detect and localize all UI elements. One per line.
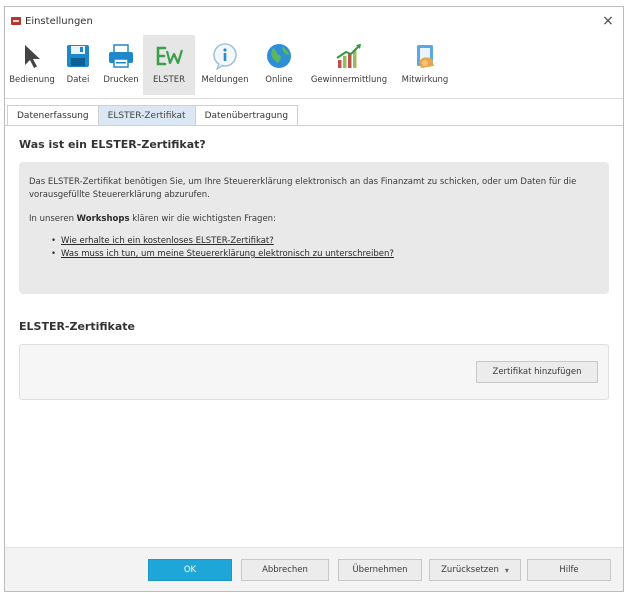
add-certificate-button[interactable]: Zertifikat hinzufügen bbox=[476, 361, 598, 383]
dialog-footer: OK Abbrechen Übernehmen Zurücksetzen ▾ H… bbox=[5, 547, 623, 591]
toolbar-label: Gewinnermittlung bbox=[310, 75, 388, 85]
elster-icon bbox=[152, 41, 186, 71]
info-paragraph: Das ELSTER-Zertifikat benötigen Sie, um … bbox=[29, 177, 577, 200]
toolbar-item-mitwirkung[interactable]: Mitwirkung bbox=[395, 35, 455, 95]
toolbar-item-online[interactable]: Online bbox=[255, 35, 303, 95]
link-elektronisch-unterschreiben[interactable]: Was muss ich tun, um meine Steuererkläru… bbox=[61, 248, 394, 261]
toolbar-item-elster[interactable]: ELSTER bbox=[143, 35, 195, 95]
toolbar-label: ELSTER bbox=[153, 75, 185, 85]
workshop-bold: Workshops bbox=[76, 214, 130, 224]
workshop-suffix: klären wir die wichtigsten Fragen: bbox=[129, 214, 276, 224]
list-item: • Was muss ich tun, um meine Steuererklä… bbox=[51, 248, 599, 261]
toolbar-item-meldungen[interactable]: Meldungen bbox=[195, 35, 255, 95]
title-bar: Einstellungen × bbox=[5, 7, 623, 35]
floppy-disk-icon bbox=[61, 41, 95, 71]
close-icon[interactable]: × bbox=[593, 7, 623, 35]
link-kostenloses-zertifikat[interactable]: Wie erhalte ich ein kostenloses ELSTER-Z… bbox=[61, 235, 274, 248]
section-heading: Was ist ein ELSTER-Zertifikat? bbox=[19, 138, 206, 151]
tab-elster-zertifikat[interactable]: ELSTER-Zertifikat bbox=[97, 105, 196, 125]
bullet-icon: • bbox=[51, 249, 57, 259]
apply-button[interactable]: Übernehmen bbox=[338, 559, 422, 581]
globe-icon bbox=[262, 41, 296, 71]
workshop-text: In unseren Workshops klären wir die wich… bbox=[29, 213, 599, 226]
toolbar-item-datei[interactable]: Datei bbox=[57, 35, 99, 95]
ok-button[interactable]: OK bbox=[148, 559, 232, 581]
cancel-button[interactable]: Abbrechen bbox=[241, 559, 329, 581]
info-box: Das ELSTER-Zertifikat benötigen Sie, um … bbox=[19, 162, 609, 294]
toolbar-label: Drucken bbox=[103, 75, 139, 85]
app-icon bbox=[11, 17, 21, 25]
tab-datenerfassung[interactable]: Datenerfassung bbox=[7, 105, 99, 125]
cert-list-box: Zertifikat hinzufügen bbox=[19, 344, 609, 400]
toolbar-label: Mitwirkung bbox=[401, 75, 449, 85]
tab-datenuebertragung[interactable]: Datenübertragung bbox=[194, 105, 299, 125]
reset-dropdown-button[interactable]: Zurücksetzen ▾ bbox=[429, 559, 521, 581]
cursor-arrow-icon bbox=[15, 41, 49, 71]
info-bubble-icon bbox=[208, 41, 242, 71]
workshop-prefix: In unseren bbox=[29, 214, 77, 224]
printer-icon bbox=[104, 41, 138, 71]
reset-label: Zurücksetzen bbox=[441, 565, 499, 575]
bullet-icon: • bbox=[51, 236, 57, 246]
toolbar-label: Online bbox=[265, 75, 293, 85]
cert-section-heading: ELSTER-Zertifikate bbox=[19, 320, 135, 333]
bar-chart-icon bbox=[332, 41, 366, 71]
toolbar-item-gewinnermittlung[interactable]: Gewinnermittlung bbox=[303, 35, 395, 95]
settings-tabs: Datenerfassung ELSTER-Zertifikat Datenüb… bbox=[5, 102, 623, 126]
toolbar-item-drucken[interactable]: Drucken bbox=[99, 35, 143, 95]
toolbar-label: Bedienung bbox=[9, 75, 55, 85]
clipboard-hand-icon bbox=[408, 41, 442, 71]
link-list: • Wie erhalte ich ein kostenloses ELSTER… bbox=[29, 235, 599, 261]
toolbar-item-bedienung[interactable]: Bedienung bbox=[7, 35, 57, 95]
settings-toolbar: Bedienung Datei Drucken ELSTER Meldungen… bbox=[5, 35, 623, 99]
window-title: Einstellungen bbox=[25, 15, 93, 27]
help-button[interactable]: Hilfe bbox=[527, 559, 611, 581]
toolbar-label: Datei bbox=[66, 75, 90, 85]
settings-dialog: Einstellungen × Bedienung Datei Drucken … bbox=[4, 6, 624, 592]
toolbar-label: Meldungen bbox=[201, 75, 249, 85]
tab-content: Was ist ein ELSTER-Zertifikat? Das ELSTE… bbox=[5, 138, 623, 400]
list-item: • Wie erhalte ich ein kostenloses ELSTER… bbox=[51, 235, 599, 248]
chevron-down-icon: ▾ bbox=[504, 565, 509, 575]
